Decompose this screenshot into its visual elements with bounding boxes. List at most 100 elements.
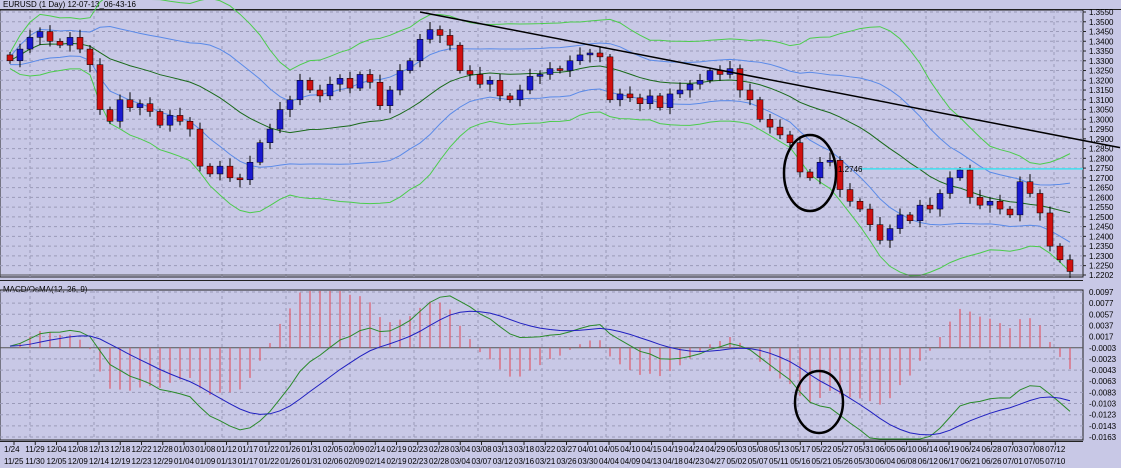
bear-candle: [6, 54, 14, 62]
price-axis-label: 1.2202: [1089, 271, 1114, 280]
date-label-bottom: 05/11: [769, 457, 789, 466]
bull-candle: [116, 99, 124, 122]
bear-candle: [1046, 212, 1054, 247]
bull-candle: [486, 80, 494, 85]
bull-candle: [266, 128, 274, 143]
date-label-top: 07/08: [1024, 445, 1045, 454]
bull-candle: [676, 89, 684, 95]
price-axis-label: 1.2900: [1089, 135, 1114, 144]
date-label-top: 11/29: [25, 445, 45, 454]
date-label-top: 12/18: [110, 445, 131, 454]
price-axis-label: 1.3400: [1089, 37, 1114, 46]
date-label-top: 04/01: [578, 445, 599, 454]
bear-candle: [766, 119, 774, 128]
bull-candle: [416, 39, 424, 62]
bear-candle: [746, 89, 754, 101]
bear-candle: [146, 103, 154, 112]
date-label-bottom: 02/09: [344, 457, 365, 466]
date-label-top: 05/08: [748, 445, 769, 454]
bear-candle: [846, 189, 854, 202]
date-label-top: 12/04: [47, 445, 68, 454]
price-axis-label: 1.2350: [1089, 242, 1114, 251]
price-axis-label: 1.2500: [1089, 213, 1114, 222]
bull-candle: [276, 109, 284, 130]
bull-candle: [356, 74, 364, 89]
date-label-top: 02/14: [365, 445, 386, 454]
date-label-top: 12/22: [132, 445, 153, 454]
bear-candle: [206, 165, 214, 175]
bear-candle: [876, 224, 884, 241]
price-axis-label: 1.3050: [1089, 106, 1114, 115]
price-axis-label: 1.3450: [1089, 28, 1114, 37]
chart-canvas[interactable]: 1.2746 1.35501.35001.34501.34001.33501.3…: [0, 0, 1121, 468]
date-label-bottom: 02/19: [387, 457, 408, 466]
date-label-top: 06/28: [982, 445, 1003, 454]
bull-candle: [406, 60, 414, 71]
date-label-top: 02/05: [323, 445, 344, 454]
date-label-top: 03/08: [472, 445, 493, 454]
date-label-top: 04/05: [599, 445, 620, 454]
signal-line: [9, 310, 1071, 436]
bear-candle: [366, 74, 374, 83]
date-label-bottom: 07/10: [1045, 457, 1066, 466]
bear-candle: [966, 169, 974, 198]
date-label-top: 12/08: [68, 445, 89, 454]
bear-candle: [786, 134, 794, 143]
date-label-top: 05/22: [812, 445, 833, 454]
macd-axis-label: 0.0077: [1089, 299, 1114, 308]
date-label-top: 04/29: [705, 445, 726, 454]
bull-candle: [296, 80, 304, 101]
price-axis-label: 1.2850: [1089, 145, 1114, 154]
date-label-bottom: 04/18: [663, 457, 684, 466]
macd-axis-label: -0.0063: [1089, 377, 1117, 386]
date-label-top: 07/12: [1045, 445, 1066, 454]
date-label-top: 02/19: [387, 445, 408, 454]
macd-axis-label: 0.0057: [1089, 310, 1114, 319]
date-label-bottom: 05/02: [727, 457, 748, 466]
date-label-bottom: 02/06: [323, 457, 344, 466]
macd-axis-label: -0.0043: [1089, 366, 1117, 375]
date-label-bottom: 03/07: [472, 457, 493, 466]
bull-candle: [246, 161, 254, 181]
date-label-top: 01/22: [259, 445, 280, 454]
bear-candle: [1026, 181, 1034, 194]
bear-candle: [76, 37, 84, 50]
bull-candle: [936, 193, 944, 210]
level-price-label: 1.2746: [838, 165, 863, 174]
bear-candle: [736, 68, 744, 91]
bear-candle: [466, 70, 474, 75]
date-label-top: 03/13: [493, 445, 514, 454]
date-label-bottom: 06/08: [897, 457, 918, 466]
bear-candle: [46, 31, 54, 42]
date-label-top: 02/28: [429, 445, 450, 454]
date-label-bottom: 01/17: [238, 457, 259, 466]
date-label-bottom: 01/13: [217, 457, 238, 466]
date-label-bottom: 05/21: [812, 457, 833, 466]
price-axis-label: 1.3500: [1089, 18, 1114, 27]
macd-axis-label: -0.0103: [1089, 400, 1117, 409]
date-label-bottom: 06/04: [875, 457, 896, 466]
price-axis-label: 1.3550: [1089, 8, 1114, 17]
bull-candle: [916, 204, 924, 222]
date-label-top: 06/24: [960, 445, 981, 454]
date-label-top: 05/17: [790, 445, 811, 454]
date-label-top: 01/17: [238, 445, 259, 454]
bull-candle: [386, 89, 394, 106]
bull-candle: [526, 76, 534, 91]
bear-candle: [866, 208, 874, 225]
bull-candle: [986, 201, 994, 206]
bear-candle: [996, 201, 1004, 210]
date-label-bottom: 04/23: [684, 457, 705, 466]
date-label-bottom: 04/04: [599, 457, 620, 466]
date-label-top: 06/14: [918, 445, 939, 454]
bull-candle: [336, 78, 344, 85]
date-label-top: 06/05: [875, 445, 896, 454]
date-label-top: 03/18: [514, 445, 535, 454]
bull-candle: [686, 83, 694, 91]
date-label-bottom: 05/26: [833, 457, 854, 466]
date-label-bottom: 01/31: [302, 457, 323, 466]
bull-candle: [666, 93, 674, 108]
bear-candle: [376, 81, 384, 106]
bull-candle: [66, 37, 74, 46]
macd-axis-label: 0.0097: [1089, 288, 1114, 297]
